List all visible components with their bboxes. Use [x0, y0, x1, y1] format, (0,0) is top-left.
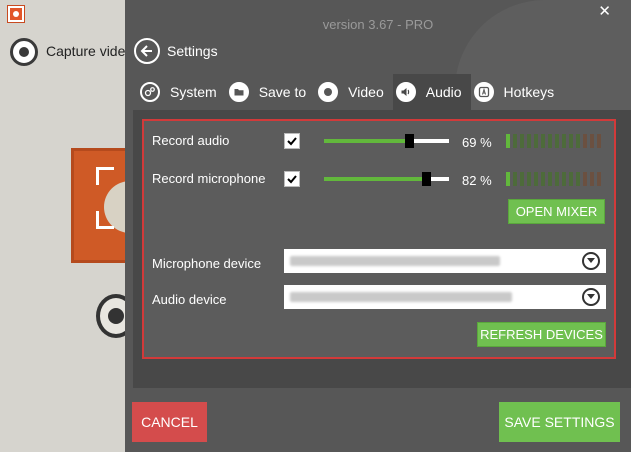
- record-microphone-percent: 82 %: [462, 173, 492, 188]
- meter-segment: [534, 172, 538, 186]
- record-audio-volume-slider[interactable]: [324, 134, 449, 148]
- tab-system[interactable]: System: [137, 74, 226, 110]
- audio-device-label: Audio device: [152, 292, 227, 307]
- meter-segment: [555, 172, 559, 186]
- folder-icon: [228, 82, 249, 102]
- tab-label: Video: [348, 84, 384, 100]
- microphone-device-select[interactable]: [284, 249, 606, 273]
- blurred-device-name: [290, 292, 512, 302]
- meter-segment: [555, 134, 559, 148]
- page-title: Settings: [167, 43, 218, 59]
- microphone-device-label: Microphone device: [152, 256, 262, 271]
- refresh-devices-button[interactable]: REFRESH DEVICES: [477, 322, 606, 347]
- meter-segment: [548, 134, 552, 148]
- tab-label: Hotkeys: [503, 84, 555, 100]
- meter-segment: [506, 172, 510, 186]
- meter-segment: [513, 134, 517, 148]
- cancel-button[interactable]: CANCEL: [132, 402, 207, 442]
- slider-thumb[interactable]: [405, 134, 415, 148]
- capture-video-label: Capture video: [46, 43, 134, 59]
- audio-settings-box: Record audio 69 % Record microphone 82 %…: [142, 119, 616, 359]
- slider-fill: [324, 139, 411, 143]
- tab-audio[interactable]: Audio: [392, 74, 471, 110]
- meter-segment: [527, 172, 531, 186]
- meter-segment: [562, 134, 566, 148]
- meter-segment: [506, 134, 510, 148]
- record-audio-checkbox[interactable]: [284, 133, 300, 149]
- tab-video[interactable]: Video: [315, 74, 393, 110]
- meter-segment: [583, 172, 587, 186]
- slider-thumb[interactable]: [421, 172, 431, 186]
- keyboard-key-icon: [473, 82, 494, 102]
- meter-segment: [583, 134, 587, 148]
- tab-save-to[interactable]: Save to: [226, 74, 315, 110]
- blurred-device-name: [290, 256, 500, 266]
- open-mixer-button[interactable]: OPEN MIXER: [508, 199, 605, 224]
- meter-segment: [513, 172, 517, 186]
- record-audio-level-meter: [506, 134, 601, 148]
- settings-overlay: version 3.67 - PRO ✕ Settings System Sav…: [125, 0, 631, 452]
- tab-label: Audio: [425, 84, 462, 100]
- meter-segment: [576, 134, 580, 148]
- meter-segment: [541, 172, 545, 186]
- meter-segment: [541, 134, 545, 148]
- record-audio-label: Record audio: [152, 133, 230, 148]
- slider-fill: [324, 177, 427, 181]
- save-settings-button[interactable]: SAVE SETTINGS: [499, 402, 620, 442]
- chevron-down-icon: [582, 252, 600, 270]
- back-arrow-icon[interactable]: [134, 38, 160, 64]
- tab-label: Save to: [258, 84, 307, 100]
- meter-segment: [548, 172, 552, 186]
- audio-settings-panel: Record audio 69 % Record microphone 82 %…: [133, 110, 631, 388]
- tab-label: System: [170, 84, 217, 100]
- meter-segment: [569, 172, 573, 186]
- meter-segment: [590, 172, 594, 186]
- meter-segment: [520, 134, 524, 148]
- record-microphone-label: Record microphone: [152, 171, 266, 186]
- record-microphone-level-meter: [506, 172, 601, 186]
- meter-segment: [576, 172, 580, 186]
- meter-segment: [562, 172, 566, 186]
- capture-video-radio[interactable]: [10, 38, 38, 66]
- record-audio-percent: 69 %: [462, 135, 492, 150]
- meter-segment: [569, 134, 573, 148]
- app-logo-icon: [7, 5, 25, 23]
- audio-device-select[interactable]: [284, 285, 606, 309]
- gears-icon: [140, 82, 160, 102]
- meter-segment: [520, 172, 524, 186]
- chevron-down-icon: [582, 288, 600, 306]
- settings-tabs: System Save to Video Audio Hotkeys: [137, 74, 563, 110]
- meter-segment: [597, 172, 601, 186]
- meter-segment: [527, 134, 531, 148]
- meter-segment: [590, 134, 594, 148]
- meter-segment: [597, 134, 601, 148]
- meter-segment: [534, 134, 538, 148]
- record-microphone-volume-slider[interactable]: [324, 172, 449, 186]
- record-microphone-checkbox[interactable]: [284, 171, 300, 187]
- speaker-icon: [395, 82, 416, 102]
- version-label: version 3.67 - PRO: [322, 17, 434, 32]
- record-icon: [318, 82, 339, 102]
- close-icon[interactable]: ✕: [598, 2, 611, 20]
- tab-hotkeys[interactable]: Hotkeys: [471, 74, 564, 110]
